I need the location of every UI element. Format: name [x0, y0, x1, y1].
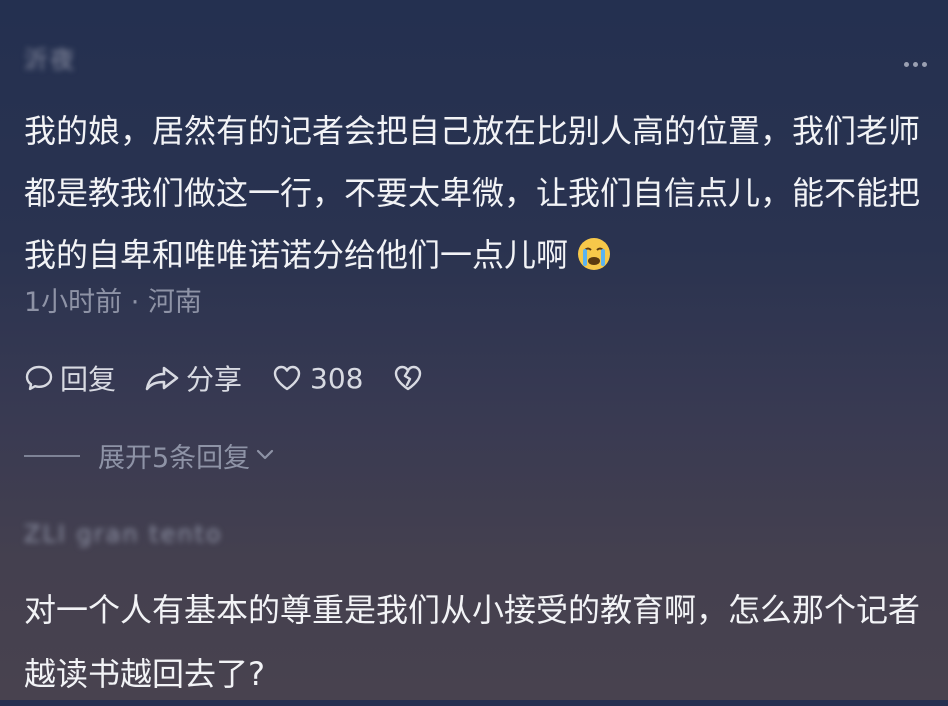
comment-body: 我的娘，居然有的记者会把自己放在比别人高的位置，我们老师都是教我们做这一行，不要… — [24, 100, 944, 292]
comment-meta: 1小时前 · 河南 — [24, 287, 202, 318]
share-label: 分享 — [186, 363, 243, 396]
share-icon — [144, 363, 180, 393]
expand-replies-label: 展开5条回复 — [98, 443, 251, 474]
crying-face-icon — [576, 230, 612, 292]
comment-actions: 回复 分享 308 — [24, 356, 423, 400]
like-button[interactable]: 308 — [272, 362, 363, 395]
heart-icon — [272, 364, 302, 392]
comment-username-2[interactable]: ZLI gran tento — [24, 520, 223, 548]
dislike-button[interactable] — [393, 364, 423, 392]
more-options-icon[interactable] — [904, 52, 934, 67]
share-button[interactable]: 分享 — [144, 358, 242, 398]
comment-text: 我的娘，居然有的记者会把自己放在比别人高的位置，我们老师都是教我们做这一行，不要… — [24, 112, 921, 274]
expand-replies-button[interactable]: 展开5条回复 — [24, 436, 276, 475]
reply-button[interactable]: 回复 — [24, 358, 116, 398]
reply-icon — [24, 363, 54, 393]
divider-line — [24, 454, 80, 457]
comment-text-2: 对一个人有基本的尊重是我们从小接受的教育啊，怎么那个记者越读书越回去了? — [24, 591, 921, 693]
broken-heart-icon — [393, 364, 423, 392]
like-count: 308 — [310, 361, 364, 395]
chevron-down-icon — [254, 443, 276, 469]
reply-label: 回复 — [60, 363, 117, 396]
comment-username[interactable]: 沂夜 — [24, 40, 76, 75]
